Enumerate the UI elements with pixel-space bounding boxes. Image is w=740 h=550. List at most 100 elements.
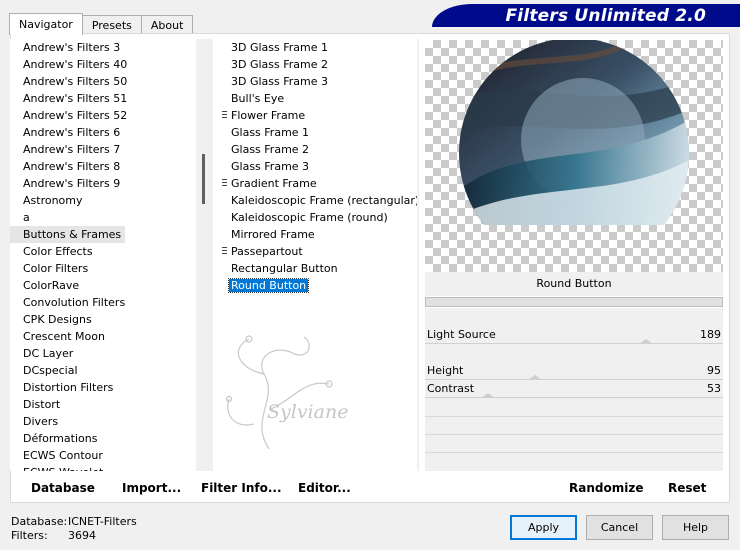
filter-item-label: 3D Glass Frame 3 bbox=[231, 75, 329, 88]
category-item[interactable]: Andrew's Filters 51 bbox=[10, 90, 195, 107]
preview-canvas bbox=[425, 40, 723, 272]
database-button[interactable]: Database bbox=[31, 478, 95, 498]
pane-separator bbox=[417, 39, 419, 471]
filter-item-label: Bull's Eye bbox=[231, 92, 285, 105]
grip-icon bbox=[222, 247, 227, 256]
category-item[interactable]: Andrew's Filters 7 bbox=[10, 141, 195, 158]
filter-item[interactable]: Glass Frame 3 bbox=[219, 158, 417, 175]
scrollbar-thumb[interactable] bbox=[202, 154, 205, 204]
param-slider[interactable]: Height 95 bbox=[425, 362, 723, 380]
filter-item[interactable]: Flower Frame bbox=[219, 107, 417, 124]
category-item[interactable]: Color Filters bbox=[10, 260, 195, 277]
category-item[interactable]: Andrew's Filters 9 bbox=[10, 175, 195, 192]
category-item[interactable]: Divers bbox=[10, 413, 195, 430]
slider-marker[interactable] bbox=[638, 339, 653, 344]
filters-status-label: Filters: bbox=[11, 529, 48, 542]
category-item[interactable]: CPK Designs bbox=[10, 311, 195, 328]
category-item[interactable]: Distortion Filters bbox=[10, 379, 195, 396]
progress-bar bbox=[425, 297, 723, 307]
import-button[interactable]: Import... bbox=[122, 478, 181, 498]
category-item[interactable]: DC Layer bbox=[10, 345, 195, 362]
param-divider bbox=[425, 452, 723, 453]
param-value: 53 bbox=[707, 382, 721, 395]
category-item[interactable]: Crescent Moon bbox=[10, 328, 195, 345]
filter-item-label: 3D Glass Frame 2 bbox=[231, 58, 329, 71]
category-item[interactable]: Andrew's Filters 40 bbox=[10, 56, 195, 73]
filter-item-label: Flower Frame bbox=[231, 109, 306, 122]
category-item[interactable]: Andrew's Filters 6 bbox=[10, 124, 195, 141]
filter-item[interactable]: Glass Frame 1 bbox=[219, 124, 417, 141]
category-item[interactable]: Buttons & Frames bbox=[10, 226, 125, 243]
tab-about[interactable]: About bbox=[140, 15, 194, 34]
randomize-button[interactable]: Randomize bbox=[569, 478, 643, 498]
slider-track bbox=[425, 397, 723, 398]
category-item[interactable]: DCspecial bbox=[10, 362, 195, 379]
category-item[interactable]: Andrew's Filters 8 bbox=[10, 158, 195, 175]
banner-title: Filters Unlimited 2.0 bbox=[505, 5, 706, 26]
filter-item-label: Mirrored Frame bbox=[231, 228, 315, 241]
category-item[interactable]: ECWS Contour bbox=[10, 447, 195, 464]
category-item[interactable]: Andrew's Filters 52 bbox=[10, 107, 195, 124]
filter-item[interactable]: Bull's Eye bbox=[219, 90, 417, 107]
filter-list[interactable]: 3D Glass Frame 1 3D Glass Frame 2 3D Glass… bbox=[219, 39, 420, 471]
preview-image bbox=[459, 40, 689, 225]
watermark-text: Sylviane bbox=[267, 401, 349, 423]
param-value: 95 bbox=[707, 364, 721, 377]
category-item[interactable]: Distort bbox=[10, 396, 195, 413]
filter-item-label: Kaleidoscopic Frame (round) bbox=[231, 211, 388, 224]
filter-item-label: Glass Frame 3 bbox=[231, 160, 310, 173]
filter-name-label: Round Button bbox=[425, 272, 723, 296]
filter-item[interactable]: Gradient Frame bbox=[219, 175, 417, 192]
slider-marker[interactable] bbox=[480, 393, 495, 398]
filter-item-label: Glass Frame 1 bbox=[231, 126, 310, 139]
filters-status-value: 3694 bbox=[68, 529, 96, 542]
category-item[interactable]: Color Effects bbox=[10, 243, 195, 260]
category-item[interactable]: ColorRave bbox=[10, 277, 195, 294]
tab-navigator[interactable]: Navigator bbox=[9, 13, 83, 35]
filter-item-label: Gradient Frame bbox=[231, 177, 317, 190]
param-divider bbox=[425, 416, 723, 417]
database-status-label: Database: bbox=[11, 515, 68, 528]
title-banner: Filters Unlimited 2.0 bbox=[432, 4, 740, 27]
filter-item[interactable]: Kaleidoscopic Frame (round) bbox=[219, 209, 417, 226]
apply-button[interactable]: Apply bbox=[510, 515, 577, 540]
param-slider[interactable]: Contrast 53 bbox=[425, 380, 723, 398]
filter-item[interactable]: Passepartout bbox=[219, 243, 417, 260]
param-label: Height bbox=[427, 364, 464, 377]
param-divider bbox=[425, 434, 723, 435]
filter-item[interactable]: 3D Glass Frame 3 bbox=[219, 73, 417, 90]
category-item[interactable]: Andrew's Filters 50 bbox=[10, 73, 195, 90]
param-slider[interactable]: Light Source 189 bbox=[425, 326, 723, 344]
status-area: Database:ICNET-Filters Filters: 3694 bbox=[11, 515, 137, 543]
filter-item-label: Kaleidoscopic Frame (rectangular) bbox=[231, 194, 420, 207]
category-item[interactable]: Déformations bbox=[10, 430, 195, 447]
category-item[interactable]: Convolution Filters bbox=[10, 294, 195, 311]
reset-button[interactable]: Reset bbox=[668, 478, 706, 498]
filter-info-button[interactable]: Filter Info... bbox=[201, 478, 282, 498]
filter-item[interactable]: Round Button bbox=[219, 277, 417, 294]
tab-presets[interactable]: Presets bbox=[81, 15, 142, 34]
param-label: Light Source bbox=[427, 328, 496, 341]
watermark-flourish bbox=[225, 335, 333, 450]
parameter-panel: Light Source 189 Height 95 Contrast 53 bbox=[425, 308, 723, 471]
filter-item[interactable]: Kaleidoscopic Frame (rectangular) bbox=[219, 192, 420, 209]
editor-button[interactable]: Editor... bbox=[298, 478, 351, 498]
category-item[interactable]: Astronomy bbox=[10, 192, 195, 209]
filter-item[interactable]: Rectangular Button bbox=[219, 260, 417, 277]
category-list[interactable]: Andrew's Filters 3 Andrew's Filters 40 And… bbox=[10, 39, 195, 471]
help-button[interactable]: Help bbox=[662, 515, 729, 540]
param-value: 189 bbox=[700, 328, 721, 341]
category-item[interactable]: Andrew's Filters 3 bbox=[10, 39, 195, 56]
filter-item-label: Rectangular Button bbox=[231, 262, 338, 275]
grip-icon bbox=[222, 179, 227, 188]
filter-item-label: Round Button bbox=[227, 278, 310, 293]
category-item[interactable]: a bbox=[10, 209, 195, 226]
database-status-value: ICNET-Filters bbox=[68, 515, 137, 528]
filter-item[interactable]: 3D Glass Frame 2 bbox=[219, 56, 417, 73]
filter-item[interactable]: Mirrored Frame bbox=[219, 226, 417, 243]
category-item[interactable]: ECWS Wavelet bbox=[10, 464, 195, 471]
grip-icon bbox=[222, 111, 227, 120]
filter-item[interactable]: 3D Glass Frame 1 bbox=[219, 39, 417, 56]
filter-item[interactable]: Glass Frame 2 bbox=[219, 141, 417, 158]
cancel-button[interactable]: Cancel bbox=[586, 515, 653, 540]
